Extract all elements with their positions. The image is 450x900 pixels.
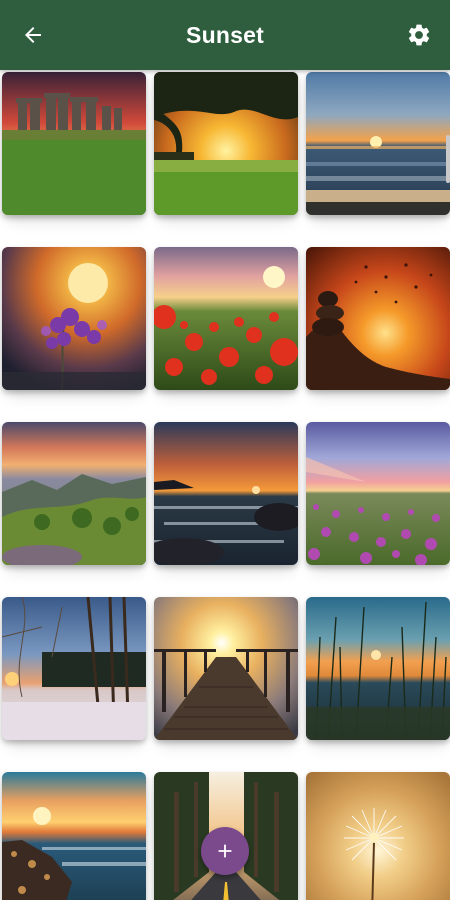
- wallpaper-red-poppies-sunset[interactable]: [154, 247, 298, 390]
- wallpaper-thumbnail: [154, 247, 298, 390]
- wallpaper-winter-birches-sunset[interactable]: [2, 597, 146, 740]
- wallpaper-purple-flowers-sun[interactable]: [2, 247, 146, 390]
- wallpaper-thumbnail: [2, 597, 146, 740]
- wallpaper-thumbnail: [306, 422, 450, 565]
- wallpaper-wooden-pier-sunset[interactable]: [154, 597, 298, 740]
- app-bar: Sunset: [0, 0, 450, 70]
- wallpaper-ocean-horizon-sunset[interactable]: [306, 72, 450, 215]
- wallpaper-lavender-field-sunset[interactable]: [306, 422, 450, 565]
- plus-icon: [218, 844, 232, 858]
- wallpaper-mountain-valley-sunset[interactable]: [2, 422, 146, 565]
- wallpaper-thumbnail: [2, 772, 146, 900]
- wallpaper-rocky-coast-sunset[interactable]: [154, 422, 298, 565]
- wallpaper-thumbnail: [154, 597, 298, 740]
- wallpaper-thumbnail: [306, 72, 450, 215]
- wallpaper-thumbnail: [306, 247, 450, 390]
- wallpaper-rocky-shore-sunset[interactable]: [2, 772, 146, 900]
- page-title: Sunset: [186, 22, 264, 48]
- settings-button[interactable]: [404, 20, 434, 50]
- wallpaper-rock-cairn-birds-sunset[interactable]: [306, 247, 450, 390]
- wallpaper-tree-over-field-sunset[interactable]: [154, 72, 298, 215]
- wallpaper-thumbnail: [2, 247, 146, 390]
- wallpaper-thumbnail: [306, 597, 450, 740]
- add-fab-button[interactable]: [201, 827, 249, 875]
- wallpaper-reeds-lake-sunset[interactable]: [306, 597, 450, 740]
- wallpaper-dandelion-sunset[interactable]: [306, 772, 450, 900]
- scrollbar[interactable]: [446, 135, 450, 183]
- wallpaper-thumbnail: [154, 422, 298, 565]
- wallpaper-thumbnail: [306, 772, 450, 900]
- wallpaper-stonehenge-sunset[interactable]: [2, 72, 146, 215]
- wallpaper-thumbnail: [2, 72, 146, 215]
- wallpaper-thumbnail: [154, 72, 298, 215]
- wallpaper-grid: [0, 70, 450, 900]
- wallpaper-thumbnail: [2, 422, 146, 565]
- gear-icon: [408, 24, 430, 46]
